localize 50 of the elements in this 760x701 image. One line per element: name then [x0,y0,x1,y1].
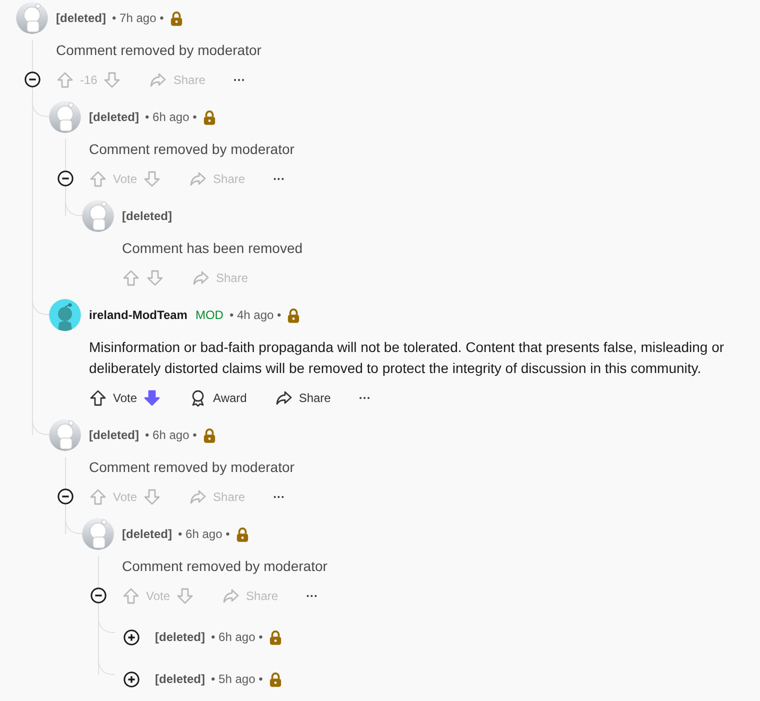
timestamp: • 6h ago • [145,109,197,126]
timestamp: • 6h ago • [145,427,197,444]
avatar-icon[interactable] [49,299,81,331]
vote-count: -16 [80,72,98,89]
expand-icon[interactable] [122,670,140,688]
timestamp: • 7h ago • [112,10,164,27]
author-name[interactable]: [deleted] [56,9,106,27]
avatar-icon[interactable] [82,518,114,550]
collapse-icon[interactable] [24,71,41,88]
share-icon [222,587,240,605]
award-button[interactable]: Award [189,389,247,407]
timestamp: • 6h ago • [211,629,263,646]
avatar-icon[interactable] [49,419,81,451]
vote-count: Vote [113,390,138,407]
author-name[interactable]: [deleted] [89,108,140,126]
timestamp: • 6h ago • [178,526,230,543]
avatar-icon[interactable] [16,2,48,34]
author-name[interactable]: [deleted] [122,525,172,543]
avatar-icon[interactable] [82,200,114,232]
author-name[interactable]: [deleted] [155,628,206,646]
timestamp: • 5h ago • [211,671,263,688]
comment-text: Comment removed by moderator [88,458,296,477]
collapse-icon[interactable] [90,587,107,604]
author-name[interactable]: [deleted] [89,426,140,444]
share-icon [149,71,168,89]
vote-count: Vote [113,489,138,506]
share-icon [274,389,293,407]
share-icon [189,170,208,188]
comment-text: Comment removed by moderator [55,41,262,60]
comment-text: Misinformation or bad-faith propaganda will not be tolerated. Content that presents false, misleading or deliberately distorted claims will be removed to protect the integrity of discussion in this community. [88,338,726,378]
share-icon [192,269,210,287]
mod-flair: MOD [195,307,224,324]
vote-count: Vote [146,588,170,605]
downvote-icon[interactable] [143,389,162,407]
share-button[interactable]: Share [274,389,331,407]
author-name[interactable]: [deleted] [122,207,172,225]
timestamp: • 4h ago • [229,307,282,324]
comment-text: Comment removed by moderator [121,557,328,576]
vote-count: Vote [113,171,138,188]
upvote-icon[interactable] [89,389,107,407]
share-icon [189,488,208,506]
avatar-icon[interactable] [49,101,81,133]
comment-text: Comment has been removed [121,239,304,258]
author-name[interactable]: [deleted] [155,670,206,688]
collapse-icon[interactable] [57,488,74,505]
expand-icon[interactable] [122,628,140,646]
more-button[interactable]: ··· [358,389,371,407]
collapse-icon[interactable] [57,170,74,187]
comment-text: Comment removed by moderator [88,140,296,159]
author-name[interactable]: ireland-ModTeam [89,306,188,324]
